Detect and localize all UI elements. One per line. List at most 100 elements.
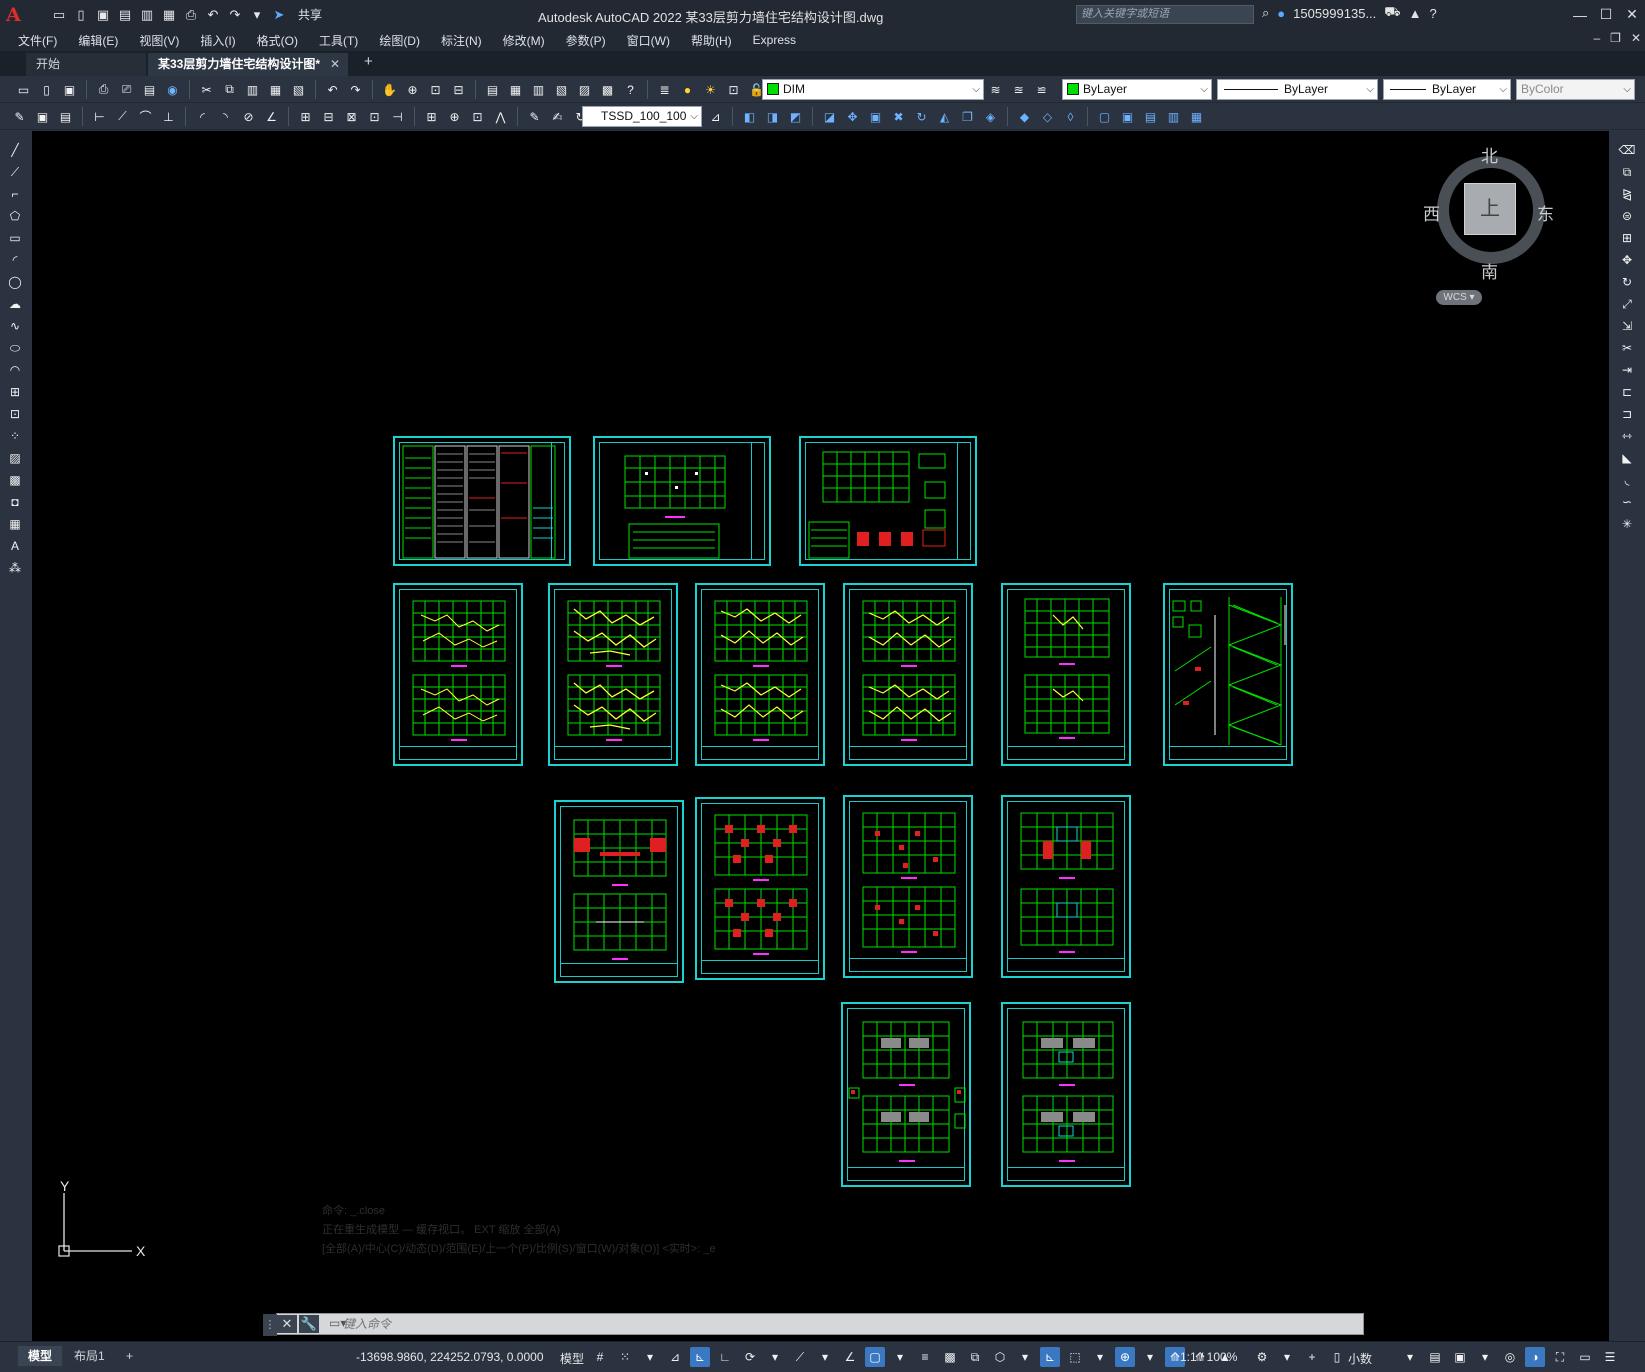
layer-state-icon[interactable]: ≌ bbox=[1032, 80, 1051, 99]
layer-dropdown[interactable]: DIM ⌵ bbox=[762, 79, 984, 100]
tool-palettes-icon[interactable]: ▥ bbox=[529, 80, 548, 99]
menu-insert[interactable]: 插入(I) bbox=[200, 32, 235, 49]
drawing-sheet-plan-4[interactable] bbox=[843, 583, 973, 766]
erase-icon[interactable]: ⌫ bbox=[1617, 141, 1637, 159]
arc-icon[interactable]: ◜ bbox=[5, 251, 25, 269]
move-icon[interactable]: ✥ bbox=[1617, 251, 1637, 269]
separate-icon[interactable]: ◊ bbox=[1061, 107, 1080, 126]
check-icon[interactable]: ▣ bbox=[1118, 107, 1137, 126]
hardware-acceleration-icon[interactable]: ◑ bbox=[1525, 1347, 1545, 1367]
doc-restore-icon[interactable]: ❐ bbox=[1610, 31, 1621, 45]
tab-start[interactable]: 开始 bbox=[26, 53, 146, 76]
add-layout-button[interactable]: + bbox=[116, 1346, 143, 1366]
drawing-sheet-plan-5[interactable] bbox=[1001, 583, 1131, 766]
dim-ordinate-icon[interactable]: ⊥ bbox=[159, 107, 178, 126]
subtract-icon[interactable]: ◨ bbox=[763, 107, 782, 126]
break-at-point-icon[interactable]: ⊏ bbox=[1617, 383, 1637, 401]
dim-jogged-icon[interactable]: ◝ bbox=[216, 107, 235, 126]
imprint-icon[interactable]: ◆ bbox=[1015, 107, 1034, 126]
menu-format[interactable]: 格式(O) bbox=[257, 32, 298, 49]
open-file-icon[interactable]: ▯ bbox=[72, 6, 90, 24]
dim-aligned-icon[interactable]: ⟋ bbox=[113, 107, 132, 126]
blend-curves-icon[interactable]: ∽ bbox=[1617, 493, 1637, 511]
drawing-sheet-roof-plan[interactable] bbox=[1001, 795, 1131, 978]
infer-constraints-icon[interactable]: ⊿ bbox=[665, 1347, 685, 1367]
command-input[interactable] bbox=[343, 1315, 1353, 1333]
undo-icon[interactable]: ↶ bbox=[204, 6, 222, 24]
dim-break-icon[interactable]: ⊣ bbox=[388, 107, 407, 126]
qnew-icon[interactable]: ▭ bbox=[14, 80, 33, 99]
polar-tracking-icon[interactable]: ⟳ bbox=[740, 1347, 760, 1367]
chevron-down-icon[interactable]: ▾ bbox=[1015, 1347, 1035, 1367]
save-icon[interactable]: ▣ bbox=[60, 80, 79, 99]
offset-faces-icon[interactable]: ▣ bbox=[866, 107, 885, 126]
redo-icon[interactable]: ↷ bbox=[226, 6, 244, 24]
selection-filter-icon[interactable]: ⬚ bbox=[1065, 1347, 1085, 1367]
sheet-set-icon[interactable]: ▧ bbox=[552, 80, 571, 99]
drawing-sheet-plan-1[interactable] bbox=[393, 583, 523, 766]
menu-dimension[interactable]: 标注(N) bbox=[441, 32, 482, 49]
pan-icon[interactable]: ✋ bbox=[380, 80, 399, 99]
color-faces-icon[interactable]: ◈ bbox=[981, 107, 1000, 126]
dim-space-icon[interactable]: ⊡ bbox=[365, 107, 384, 126]
edit-icon[interactable]: ✎ bbox=[10, 107, 29, 126]
command-line-grip-icon[interactable]: ⋮ bbox=[263, 1314, 277, 1336]
fullscreen-icon[interactable]: ▭ bbox=[1575, 1347, 1595, 1367]
linetype-dropdown[interactable]: ByLayer ⌵ bbox=[1217, 79, 1378, 100]
array-icon[interactable]: ⊞ bbox=[1617, 229, 1637, 247]
dim-baseline-icon[interactable]: ⊟ bbox=[319, 107, 338, 126]
inspect-icon[interactable]: ⊡ bbox=[468, 107, 487, 126]
save-as-icon[interactable]: ▤ bbox=[116, 6, 134, 24]
jogged-linear-icon[interactable]: ⋀ bbox=[491, 107, 510, 126]
compass-south[interactable]: 南 bbox=[1481, 258, 1498, 283]
dynamic-input-icon[interactable]: ⊾ bbox=[690, 1347, 710, 1367]
union-icon[interactable]: ◧ bbox=[740, 107, 759, 126]
move-faces-icon[interactable]: ✥ bbox=[843, 107, 862, 126]
isolate-objects-icon[interactable]: ◎ bbox=[1500, 1347, 1520, 1367]
rectangle-icon[interactable]: ▭ bbox=[5, 229, 25, 247]
add-selected-icon[interactable]: ⁂ bbox=[5, 559, 25, 577]
maximize-icon[interactable]: ☐ bbox=[1593, 0, 1619, 29]
dim-radius-icon[interactable]: ◜ bbox=[193, 107, 212, 126]
chevron-down-icon[interactable]: ▾ bbox=[1400, 1347, 1420, 1367]
help-icon[interactable]: ? bbox=[1430, 6, 1437, 21]
saveblock-icon[interactable]: ▣ bbox=[33, 107, 52, 126]
object-snap-icon[interactable]: ▢ bbox=[865, 1347, 885, 1367]
cart-icon[interactable]: ⛟ bbox=[1384, 4, 1400, 22]
model-space-toggle[interactable]: 模型 bbox=[560, 1350, 584, 1367]
publish-icon[interactable]: ▤ bbox=[140, 80, 159, 99]
new-tab-button[interactable]: + bbox=[364, 53, 373, 70]
region-icon[interactable]: ◘ bbox=[5, 493, 25, 511]
zoom-previous-icon[interactable]: ⊟ bbox=[449, 80, 468, 99]
save-icon[interactable]: ▣ bbox=[94, 6, 112, 24]
model-space-canvas[interactable]: 上 北 南 东 西 WCS ▾ Y X 命令: _.close 正在重生成模型 … bbox=[32, 131, 1609, 1341]
drawing-sheet-notes[interactable] bbox=[393, 436, 571, 566]
plot-icon[interactable]: ⎙ bbox=[94, 80, 113, 99]
insert-block-icon[interactable]: ⊞ bbox=[5, 383, 25, 401]
delete-faces-icon[interactable]: ✖ bbox=[889, 107, 908, 126]
tab-model[interactable]: 模型 bbox=[18, 1346, 63, 1366]
layer-previous-icon[interactable]: ≊ bbox=[1009, 80, 1028, 99]
cut-icon[interactable]: ✂ bbox=[197, 80, 216, 99]
web-save-icon[interactable]: ▦ bbox=[160, 6, 178, 24]
menu-view[interactable]: 视图(V) bbox=[139, 32, 179, 49]
design-center-icon[interactable]: ▦ bbox=[506, 80, 525, 99]
user-name[interactable]: 1505999135... bbox=[1293, 6, 1376, 21]
plot-icon[interactable]: ⎙ bbox=[182, 6, 200, 24]
command-customize-icon[interactable]: 🔧 bbox=[299, 1315, 319, 1333]
customization-menu-icon[interactable]: ☰ bbox=[1600, 1347, 1620, 1367]
drawing-sheet-pile-details[interactable] bbox=[799, 436, 977, 566]
layer-properties-icon[interactable]: ≣ bbox=[655, 80, 674, 99]
menu-modify[interactable]: 修改(M) bbox=[503, 32, 545, 49]
mtext-icon[interactable]: A bbox=[5, 537, 25, 555]
zoom-realtime-icon[interactable]: ⊕ bbox=[403, 80, 422, 99]
copy-icon[interactable]: ⧉ bbox=[220, 80, 239, 99]
menu-draw[interactable]: 绘图(D) bbox=[379, 32, 420, 49]
lineweight-dropdown[interactable]: ByLayer ⌵ bbox=[1383, 79, 1511, 100]
make-current-icon[interactable]: ≋ bbox=[986, 80, 1005, 99]
doc-close-icon[interactable]: ✕ bbox=[1631, 31, 1641, 45]
dim-linear-icon[interactable]: ⊢ bbox=[90, 107, 109, 126]
compass-west[interactable]: 西 bbox=[1423, 200, 1440, 225]
ellipse-icon[interactable]: ⬭ bbox=[5, 339, 25, 357]
drawing-sheet-wall-plan-2[interactable] bbox=[695, 797, 825, 980]
